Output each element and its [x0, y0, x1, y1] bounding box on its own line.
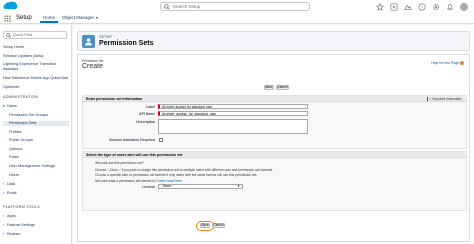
save-button-top[interactable]: Save: [264, 85, 274, 90]
required-info-text: = Required Information: [429, 97, 462, 101]
chevron-down-icon[interactable]: ▾: [96, 13, 98, 23]
api-name-field-label: API Name: [139, 112, 155, 116]
help-icon: [460, 61, 464, 66]
search-icon: [164, 4, 170, 10]
header-utility-icons: ?: [376, 2, 468, 11]
sidebar-item-mobile-quickstart[interactable]: New Salesforce Mobile App QuickStart: [3, 76, 69, 81]
global-search-input[interactable]: Search Setup: [160, 2, 310, 11]
form-title: Create: [82, 63, 104, 70]
permission-set-info-section: Enter permission set information = Requi…: [82, 95, 467, 149]
tab-home-label: Home: [43, 15, 56, 20]
sidebar-item-setup-home[interactable]: Setup Home: [3, 45, 69, 50]
api-name-field[interactable]: [158, 111, 308, 116]
page-title: Permission Sets: [99, 40, 154, 47]
cancel-button-top[interactable]: Cancel: [276, 85, 289, 90]
learn-more-link[interactable]: Learn more here: [158, 179, 182, 183]
user-type-section: Select the type of users who will use th…: [82, 151, 467, 211]
quick-find-placeholder: Quick Find: [13, 32, 33, 37]
sidebar-item-apps[interactable]: › Apps: [3, 214, 69, 219]
sidebar-item-optimizer[interactable]: Optimizer: [3, 85, 69, 90]
sidebar-item-roles[interactable]: Roles: [3, 155, 69, 160]
sidebar-item-data[interactable]: › Data: [3, 182, 69, 187]
global-header: Search Setup ?: [0, 0, 474, 12]
license-field-label: License: [142, 185, 155, 189]
user-type-question: Who will use this permission set?: [95, 161, 144, 165]
chevron-down-icon: ▼: [237, 184, 240, 188]
setup-sidebar: Quick Find Setup Home Release Updates (B…: [0, 25, 72, 244]
quick-find-input[interactable]: Quick Find: [3, 31, 67, 39]
required-info-legend: = Required Information: [427, 97, 462, 102]
sidebar-item-label: Users: [7, 104, 17, 108]
save-button-bottom[interactable]: Save: [200, 223, 210, 228]
sidebar-section-administration: ADMINISTRATION: [3, 95, 39, 99]
help-link-label: Help for this Page: [431, 61, 459, 65]
permission-set-form: Permission Set Create Help for this Page…: [77, 54, 470, 242]
label-field[interactable]: [158, 104, 308, 109]
sidebar-item-label: Apps: [7, 214, 16, 218]
sidebar-item-email[interactable]: › Email: [3, 191, 69, 196]
app-name: Setup: [16, 15, 32, 21]
sidebar-item-users[interactable]: Users: [3, 173, 69, 178]
tab-object-manager[interactable]: Object Manager ▾: [59, 13, 101, 23]
page-eyebrow: SETUP: [99, 35, 112, 39]
sidebar-item-user-management-settings[interactable]: User Management Settings: [3, 164, 69, 169]
add-icon[interactable]: [390, 2, 398, 11]
gear-icon[interactable]: [432, 3, 440, 11]
session-activation-label: Session Activation Required: [109, 138, 155, 142]
license-help-prefix: Not sure what a permission set license i…: [95, 179, 157, 183]
sidebar-item-label: Feature Settings: [7, 223, 35, 227]
description-field-label: Description: [136, 120, 155, 124]
salesforce-logo-icon[interactable]: [3, 1, 18, 11]
sidebar-item-einstein[interactable]: › Einstein: [3, 232, 69, 237]
description-field[interactable]: [158, 119, 308, 134]
main-content: SETUP Permission Sets Permission Set Cre…: [73, 25, 474, 244]
none-license-hint: Choose '--None--' if you plan to assign …: [95, 168, 274, 172]
sidebar-item-permission-sets[interactable]: Permission Sets: [3, 121, 69, 126]
section-header: Select the type of users who will use th…: [83, 152, 466, 158]
license-help-text: Not sure what a permission set license i…: [95, 179, 182, 183]
section-title: Enter permission set information: [86, 97, 143, 101]
sidebar-item-feature-settings[interactable]: › Feature Settings: [3, 223, 69, 228]
help-for-page-link[interactable]: Help for this Page: [431, 61, 464, 66]
page-header: SETUP Permission Sets: [77, 31, 470, 51]
sidebar-item-label: Einstein: [7, 232, 21, 236]
search-placeholder: Search Setup: [173, 4, 201, 9]
tab-object-manager-label: Object Manager: [62, 15, 95, 20]
cancel-button-bottom[interactable]: Cancel: [212, 223, 225, 228]
trailhead-icon[interactable]: [404, 3, 412, 11]
svg-text:?: ?: [421, 4, 424, 9]
sidebar-item-users-group[interactable]: ▾ Users: [3, 104, 69, 109]
tab-home[interactable]: Home: [40, 13, 59, 23]
sidebar-item-release-updates[interactable]: Release Updates (Beta): [3, 54, 69, 59]
session-activation-checkbox[interactable]: [159, 138, 163, 142]
context-nav-bar: Setup Home Object Manager ▾: [0, 12, 474, 24]
license-selected-value: --None--: [161, 184, 173, 188]
specific-license-hint: Choose a specific user or permission set…: [95, 173, 258, 177]
sidebar-item-label: Data: [7, 182, 16, 186]
search-icon: [6, 33, 11, 38]
sidebar-item-permission-set-groups[interactable]: Permission Set Groups: [3, 113, 69, 118]
sidebar-item-public-groups[interactable]: Public Groups: [3, 138, 69, 143]
setup-page: Search Setup ? Setup Home Object Manager…: [0, 0, 474, 244]
permission-set-icon: [82, 35, 95, 48]
sidebar-section-platform-tools: PLATFORM TOOLS: [3, 205, 40, 209]
sidebar-item-label: Email: [7, 191, 17, 195]
label-field-label: Label: [146, 105, 155, 109]
sidebar-item-queues[interactable]: Queues: [3, 147, 69, 152]
sidebar-item-profiles[interactable]: Profiles: [3, 130, 69, 135]
section-header: Enter permission set information = Requi…: [83, 96, 466, 102]
help-icon[interactable]: ?: [418, 2, 426, 11]
app-launcher-icon[interactable]: [4, 15, 11, 22]
favorites-icon[interactable]: [376, 2, 384, 11]
notifications-bell-icon[interactable]: [446, 3, 454, 11]
section-title: Select the type of users who will use th…: [86, 153, 183, 157]
sidebar-item-lightning-transition[interactable]: Lightning Experience Transition Assistan…: [3, 62, 69, 71]
license-select[interactable]: --None-- ▼: [158, 184, 243, 189]
user-avatar[interactable]: [460, 2, 468, 11]
